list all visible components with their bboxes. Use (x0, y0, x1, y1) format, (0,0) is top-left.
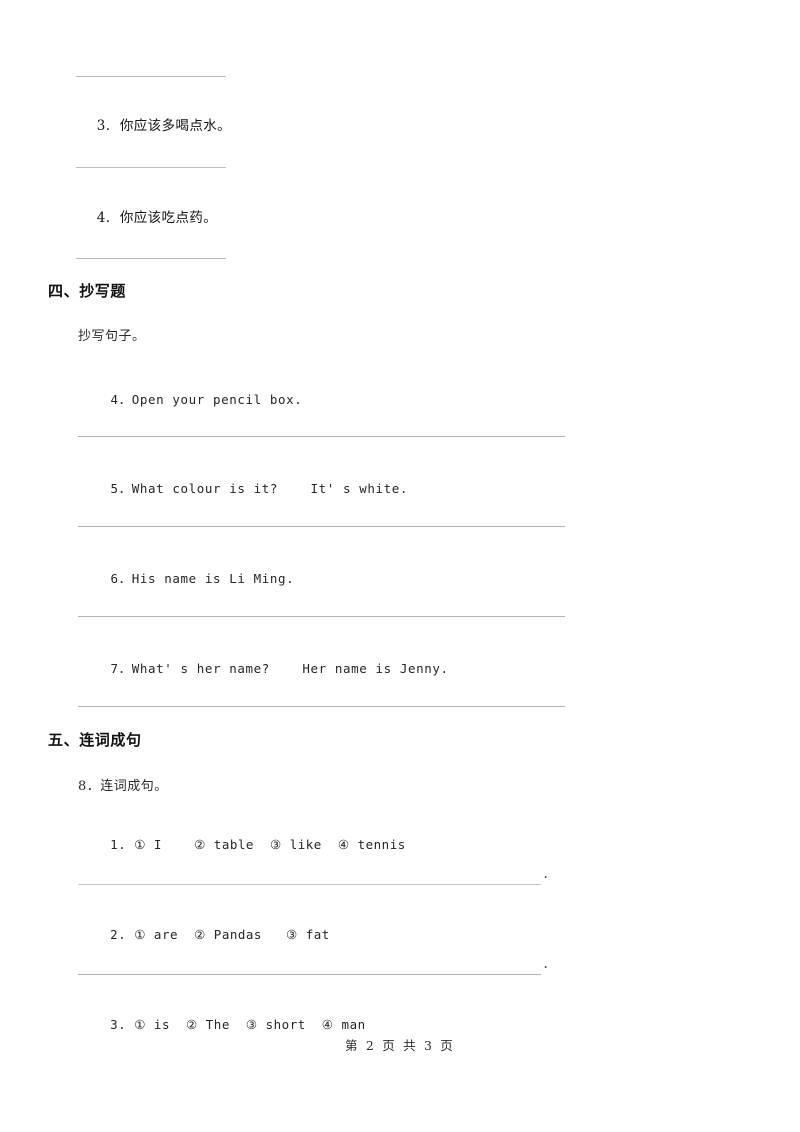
item-number: 1. (110, 837, 127, 852)
item-number: 5． (110, 481, 132, 496)
answer-end-period: . (542, 867, 550, 881)
item-text: 你应该多喝点水。 (119, 118, 232, 134)
list-item: 1. ① I ② table ③ like ④ tennis (78, 822, 406, 867)
item-text: ① is ② The ③ short ④ man (134, 1017, 366, 1032)
section-heading-five: 五、连词成句 (48, 731, 142, 749)
answer-rule (76, 76, 226, 77)
item-text: ① I ② table ③ like ④ tennis (134, 837, 406, 852)
list-item: 4. 你应该吃点药。 (78, 190, 217, 242)
list-item: 5．What colour is it? It' s white. (78, 463, 408, 512)
document-page: 3. 你应该多喝点水。 4. 你应该吃点药。 四、抄写题 抄写句子。 4．Ope… (0, 0, 800, 1132)
list-item: 4．Open your pencil box. (78, 374, 302, 423)
list-item: 7．What' s her name? Her name is Jenny. (78, 643, 449, 692)
item-text: 你应该吃点药。 (119, 210, 218, 226)
answer-rule (78, 706, 565, 707)
item-text: His name is Li Ming. (131, 571, 295, 586)
item-number: 3. (96, 118, 111, 134)
item-number: 3. (110, 1017, 127, 1032)
answer-rule (78, 616, 565, 617)
item-text: What' s her name? Her name is Jenny. (131, 661, 449, 676)
section-five-instruction: 8．连词成句。 (78, 779, 168, 794)
item-text: ① are ② Pandas ③ fat (134, 927, 330, 942)
section-four-instruction: 抄写句子。 (78, 329, 146, 344)
item-number: 4. (96, 210, 111, 226)
page-footer: 第 2 页 共 3 页 (345, 1038, 455, 1053)
item-text: What colour is it? It' s white. (131, 481, 409, 496)
answer-rule (76, 167, 226, 168)
answer-rule (78, 436, 565, 437)
answer-rule (78, 526, 565, 527)
item-number: 4． (110, 392, 132, 407)
item-number: 2. (110, 927, 127, 942)
list-item: 2. ① are ② Pandas ③ fat (78, 912, 330, 957)
answer-rule (78, 884, 541, 885)
answer-end-period: . (542, 957, 550, 971)
item-number: 6． (110, 571, 132, 586)
list-item: 6．His name is Li Ming. (78, 553, 294, 602)
list-item: 3. 你应该多喝点水。 (78, 98, 231, 150)
item-text: Open your pencil box. (131, 392, 303, 407)
answer-rule (78, 974, 541, 975)
section-heading-four: 四、抄写题 (48, 282, 127, 300)
item-number: 7． (110, 661, 132, 676)
answer-rule (76, 258, 226, 259)
